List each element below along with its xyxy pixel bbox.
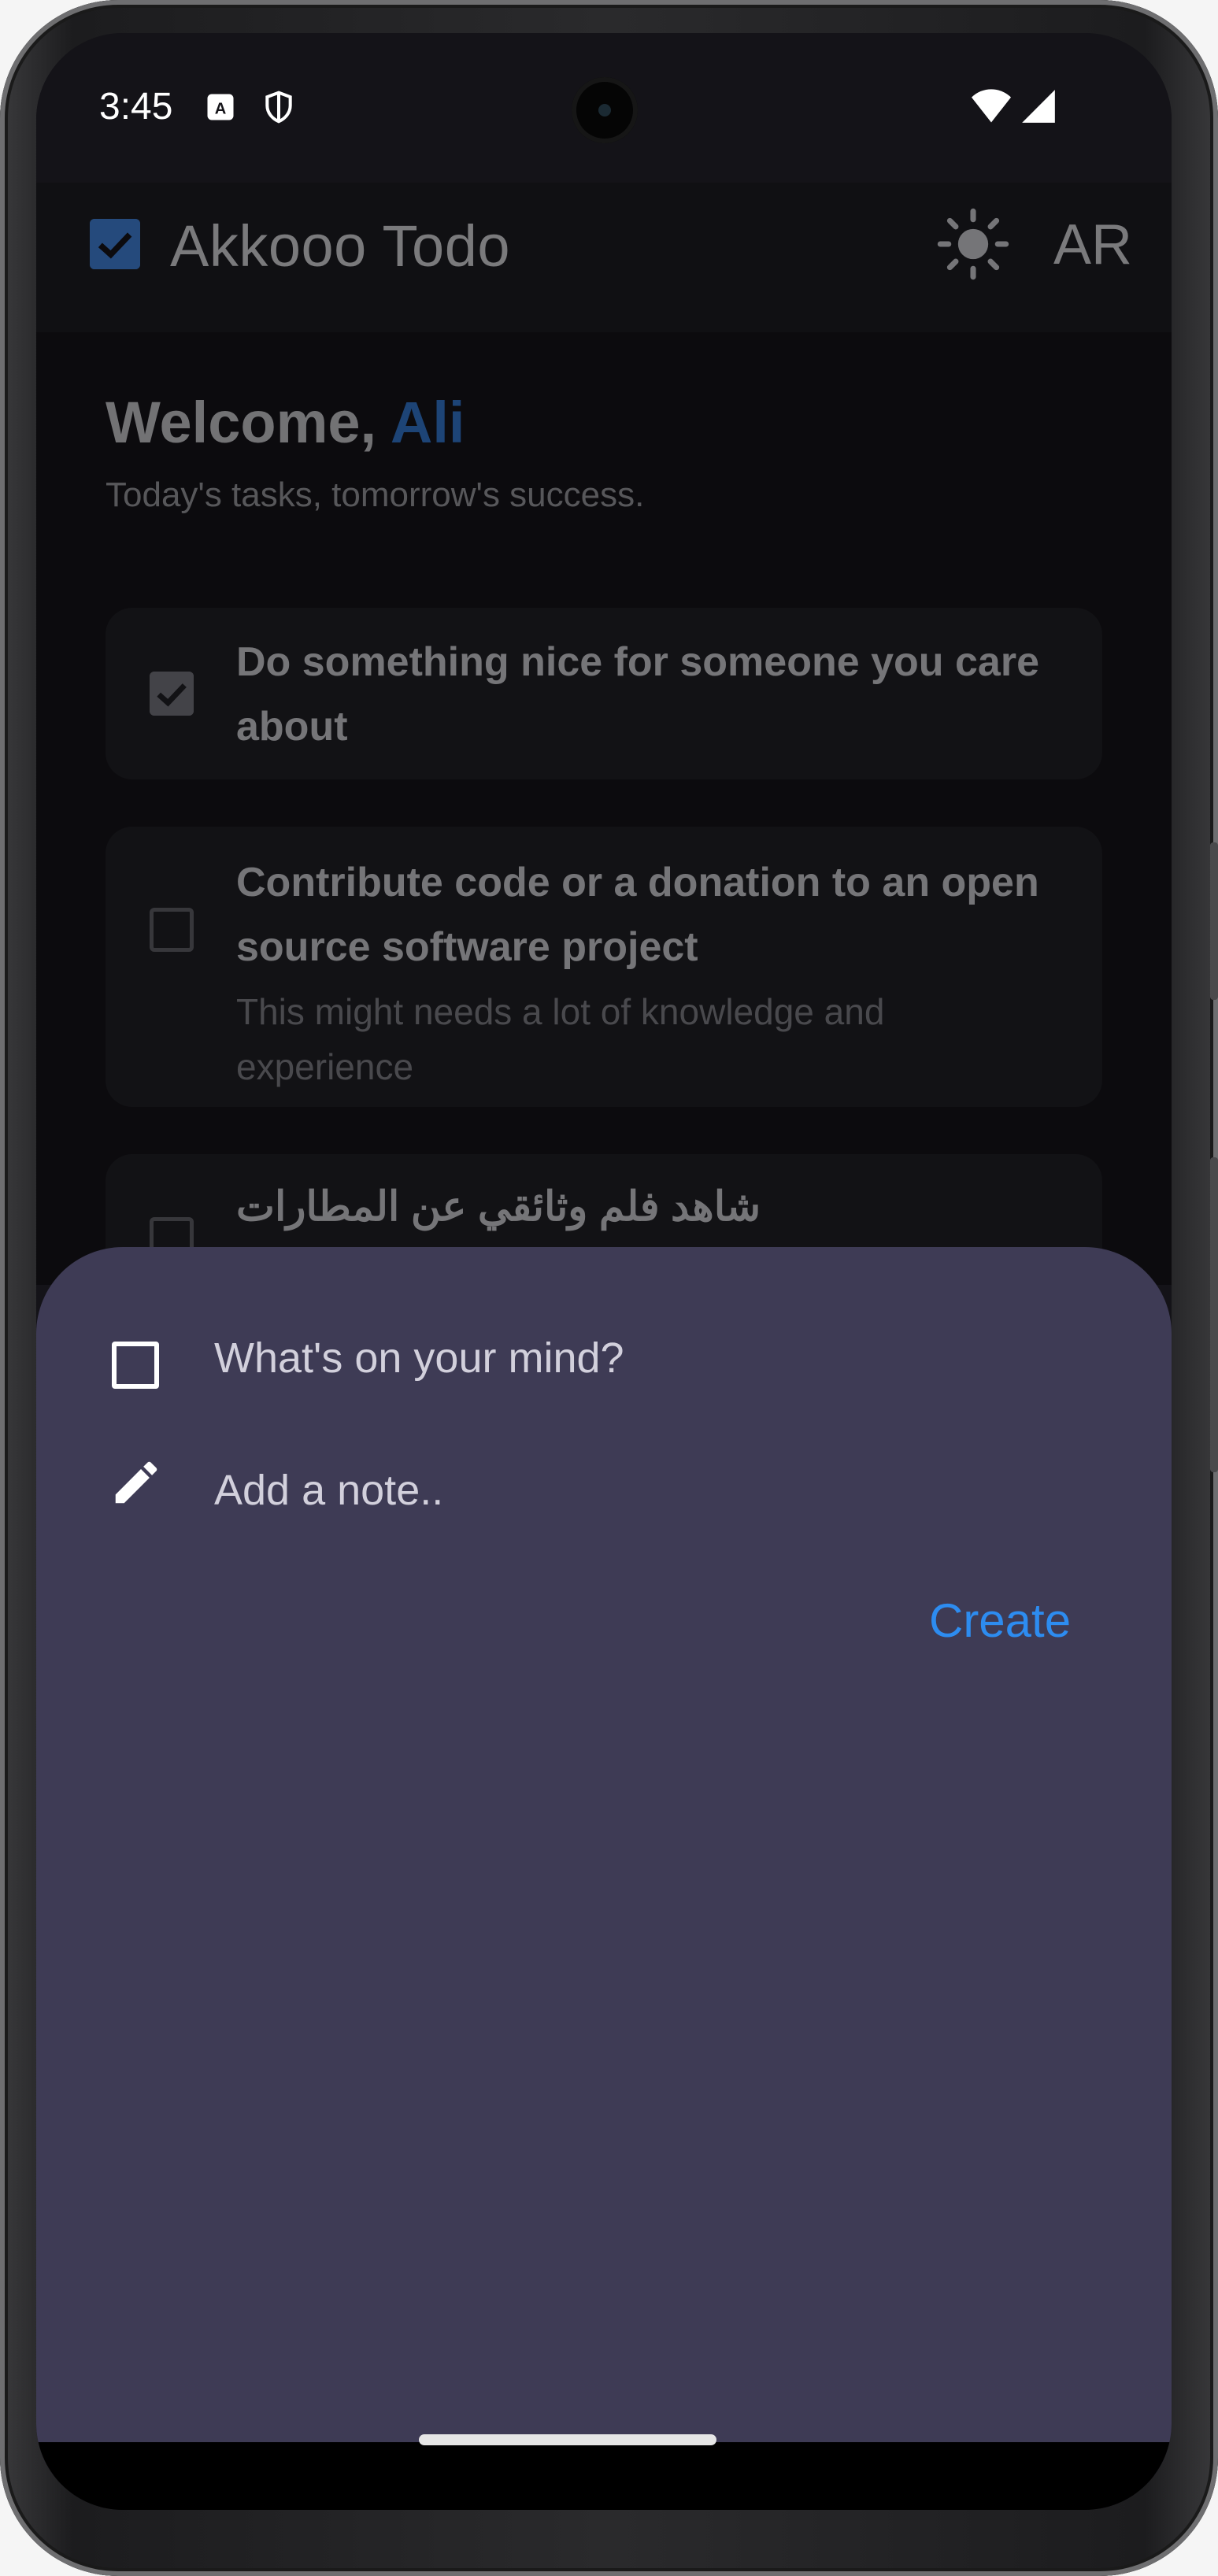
task-note-input[interactable]: Add a note.. (214, 1466, 443, 1515)
front-camera (572, 77, 638, 143)
phone-frame: 3:45 A Akkooo Todo AR Welcome, Ali Today… (0, 0, 1218, 2576)
navigation-bar (36, 2442, 1172, 2510)
modal-scrim[interactable] (36, 183, 1172, 1285)
checkbox-outline-icon (112, 1342, 159, 1389)
svg-text:A: A (215, 100, 227, 117)
create-button[interactable]: Create (929, 1593, 1071, 1648)
wifi-icon (972, 89, 1011, 123)
cellular-signal-icon (1022, 90, 1055, 123)
new-task-bottom-sheet: What's on your mind? Add a note.. Create (36, 1247, 1172, 2475)
a-box-icon: A (207, 94, 234, 120)
shield-icon (265, 91, 292, 124)
screen: 3:45 A Akkooo Todo AR Welcome, Ali Today… (36, 33, 1172, 2510)
status-bar: 3:45 A (36, 33, 1172, 183)
task-title-input[interactable]: What's on your mind? (214, 1334, 624, 1382)
status-time: 3:45 (99, 86, 173, 128)
volume-button (1210, 842, 1218, 1000)
power-button (1210, 1157, 1218, 1472)
pencil-icon (115, 1461, 157, 1504)
home-indicator[interactable] (419, 2434, 716, 2445)
